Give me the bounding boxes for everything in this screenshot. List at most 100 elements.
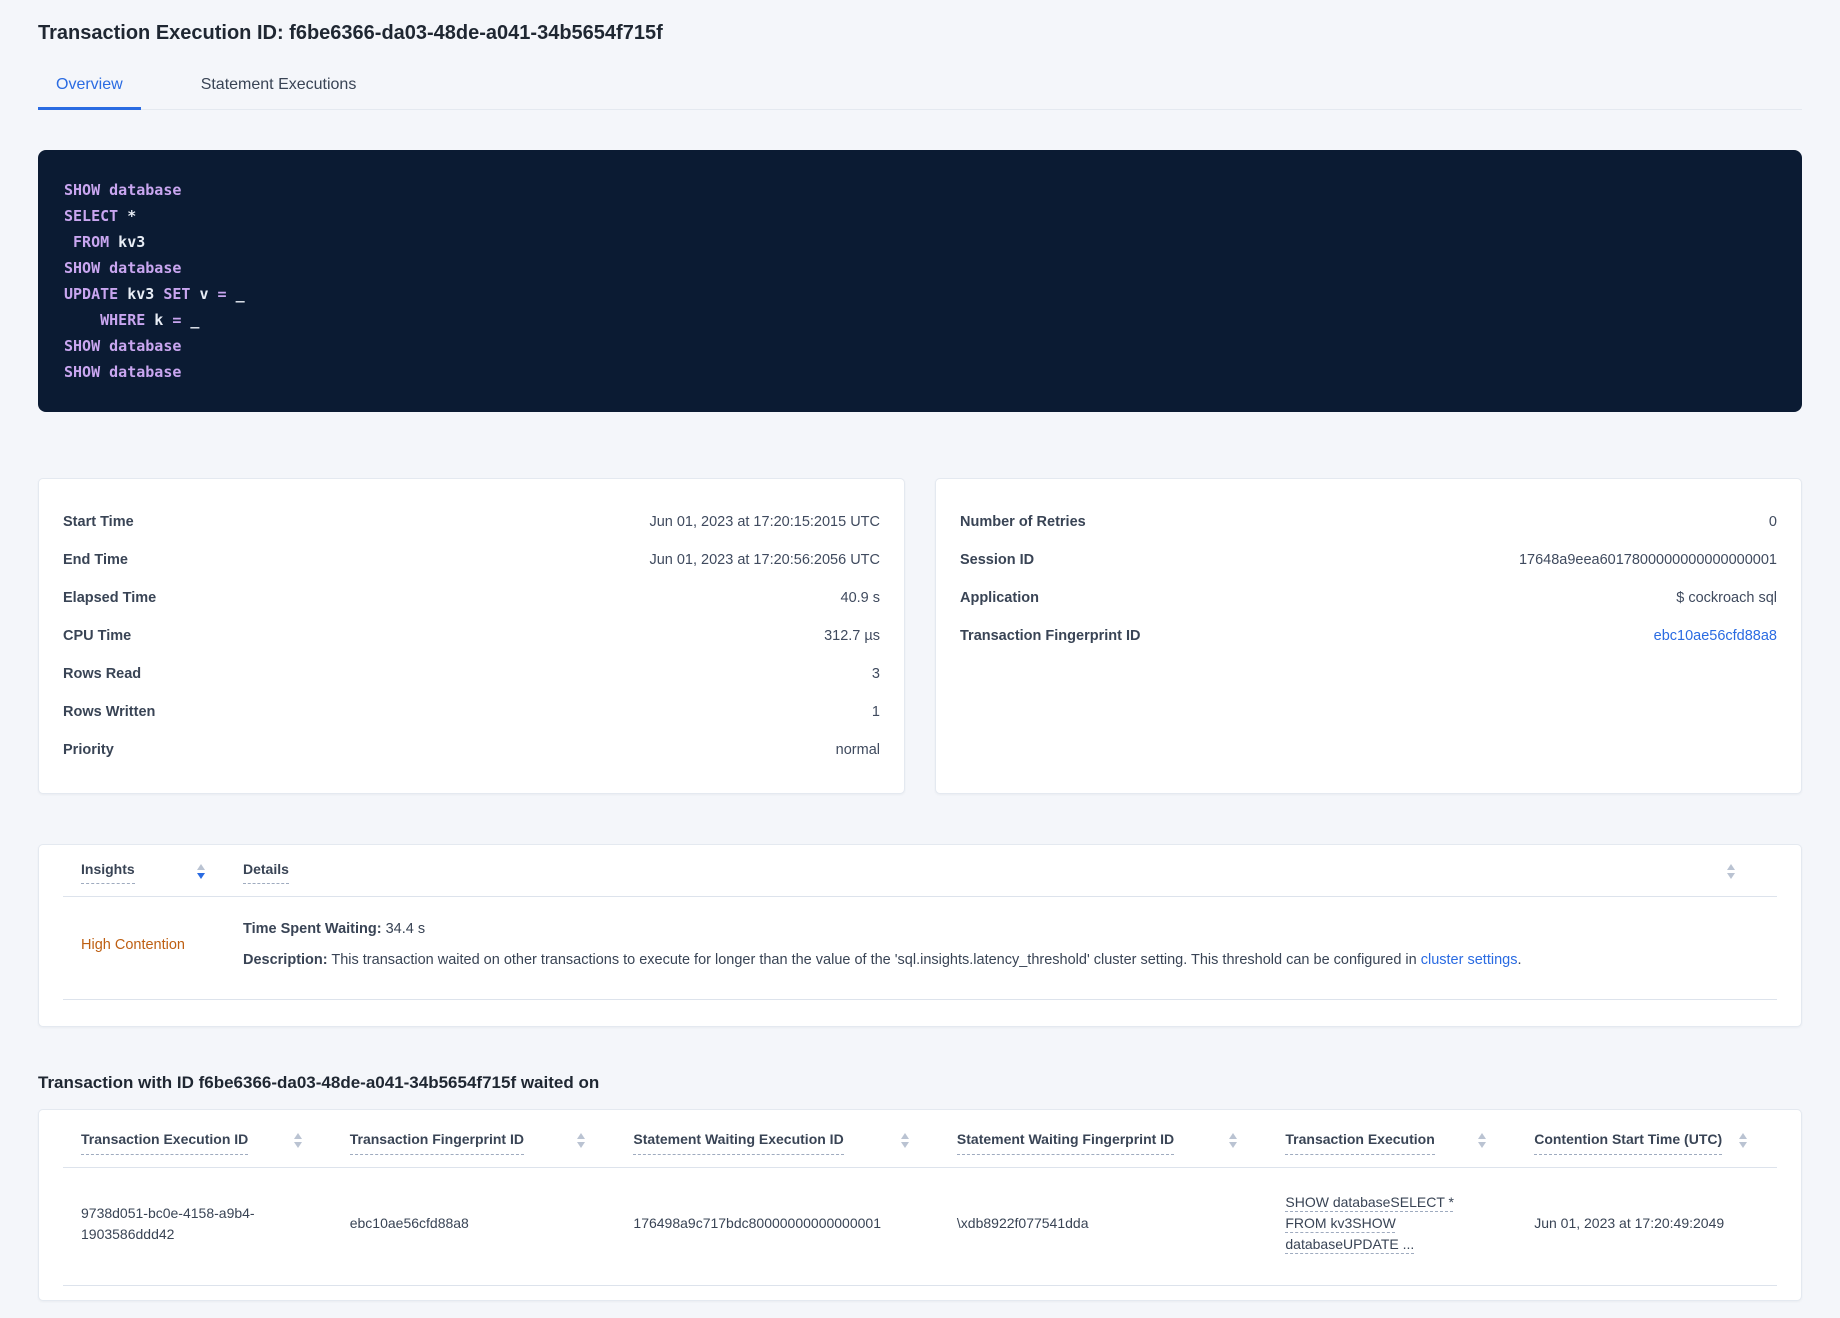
stat-label: Number of Retries xyxy=(960,514,1086,530)
column-label[interactable]: Statement Waiting Execution ID xyxy=(633,1130,844,1156)
sql-text: * xyxy=(118,207,137,225)
cluster-settings-link[interactable]: cluster settings xyxy=(1421,952,1518,968)
cell-transaction-fingerprint-id: ebc10ae56cfd88a8 xyxy=(349,1215,469,1232)
transaction-fingerprint-link[interactable]: ebc10ae56cfd88a8 xyxy=(1654,628,1777,644)
tab-statement-executions[interactable]: Statement Executions xyxy=(183,67,375,110)
column-label[interactable]: Transaction Execution ID xyxy=(81,1130,249,1156)
sort-icon[interactable] xyxy=(1229,1133,1238,1149)
cell-contention-start-time: Jun 01, 2023 at 17:20:49:2049 xyxy=(1534,1215,1725,1232)
sql-keyword: SHOW xyxy=(64,363,101,381)
column-label[interactable]: Statement Waiting Fingerprint ID xyxy=(956,1130,1175,1156)
tab-bar: Overview Statement Executions xyxy=(38,67,1802,110)
sort-down-icon xyxy=(1229,1142,1238,1149)
stat-label: Elapsed Time xyxy=(63,590,157,606)
sort-down-icon xyxy=(293,1142,302,1149)
waited-on-section-title: Transaction with ID f6be6366-da03-48de-a… xyxy=(38,1073,600,1093)
column-header-contention-start-time[interactable]: Contention Start Time (UTC) xyxy=(1516,1130,1777,1156)
stat-row-application: Application $ cockroach sql xyxy=(960,579,1777,617)
sort-up-icon xyxy=(1727,864,1735,870)
sql-statements-box: SHOW database SELECT * FROM kv3 SHOW datab… xyxy=(38,150,1802,412)
insights-column-header[interactable]: Insights xyxy=(63,861,213,884)
stat-label: Transaction Fingerprint ID xyxy=(960,628,1141,644)
session-info-card: Number of Retries 0 Session ID 17648a9ee… xyxy=(935,478,1802,794)
cell-transaction-execution: SHOW databaseSELECT * FROM kv3SHOW datab… xyxy=(1267,1192,1516,1255)
sort-down-icon xyxy=(1738,1142,1747,1149)
stat-value: 40.9 s xyxy=(840,590,881,606)
stat-label: Start Time xyxy=(63,514,134,530)
sort-up-icon xyxy=(197,864,205,870)
sort-icon[interactable] xyxy=(900,1133,909,1149)
sql-code-line: SHOW database xyxy=(64,359,1776,385)
sort-icon[interactable] xyxy=(1727,864,1735,879)
description-line: Description: This transaction waited on … xyxy=(243,950,1777,971)
sort-up-icon xyxy=(1478,1133,1487,1140)
sort-up-icon xyxy=(293,1133,302,1140)
insights-column-label[interactable]: Insights xyxy=(81,861,135,884)
column-label[interactable]: Transaction Fingerprint ID xyxy=(349,1130,524,1156)
stat-value: Jun 01, 2023 at 17:20:15:2015 UTC xyxy=(649,514,880,530)
sort-icon[interactable] xyxy=(197,864,205,879)
column-header-transaction-fingerprint-id[interactable]: Transaction Fingerprint ID xyxy=(332,1130,616,1156)
sort-down-icon xyxy=(577,1142,586,1149)
stat-value: $ cockroach sql xyxy=(1676,590,1777,606)
stat-row-session-id: Session ID 17648a9eea6017800000000000000… xyxy=(960,541,1777,579)
column-header-transaction-execution-id[interactable]: Transaction Execution ID xyxy=(63,1130,332,1156)
sql-keyword: WHERE xyxy=(100,311,146,329)
sql-code-line: SELECT * xyxy=(64,203,1776,229)
stat-label: Rows Written xyxy=(63,704,156,720)
description-suffix: . xyxy=(1517,952,1522,969)
stat-row-elapsed-time: Elapsed Time 40.9 s xyxy=(63,579,880,617)
waited-on-table-row: 9738d051-bc0e-4158-a9b4-1903586ddd42 ebc… xyxy=(63,1168,1777,1287)
details-column-label[interactable]: Details xyxy=(243,861,289,884)
transaction-execution-statements-link[interactable]: SHOW databaseSELECT * FROM kv3SHOW datab… xyxy=(1285,1192,1460,1255)
stat-label: CPU Time xyxy=(63,628,132,644)
cell-transaction-execution-id: 9738d051-bc0e-4158-a9b4-1903586ddd42 xyxy=(81,1204,255,1242)
sql-code-line: UPDATE kv3 SET v = _ xyxy=(64,281,1776,307)
sql-text: k xyxy=(145,311,173,329)
sql-text: _ xyxy=(226,285,245,303)
insights-card: Insights Details High Contention Time Sp… xyxy=(38,844,1802,1028)
sql-text: kv3 xyxy=(118,285,164,303)
sql-keyword: database xyxy=(109,259,182,277)
stat-label: Rows Read xyxy=(63,666,142,682)
insight-type-label: High Contention xyxy=(81,937,185,954)
sql-code-line: FROM kv3 xyxy=(64,229,1776,255)
waiting-value: 34.4 s xyxy=(381,921,426,937)
sql-keyword: database xyxy=(109,363,182,381)
sql-code-line: SHOW database xyxy=(64,177,1776,203)
stat-row-retries: Number of Retries 0 xyxy=(960,503,1777,541)
sort-icon[interactable] xyxy=(1738,1133,1747,1149)
insight-row: High Contention Time Spent Waiting: 34.4… xyxy=(63,897,1777,1001)
insights-table-header: Insights Details xyxy=(63,861,1777,897)
column-header-statement-waiting-execution-id[interactable]: Statement Waiting Execution ID xyxy=(615,1130,939,1156)
sql-keyword: UPDATE xyxy=(64,285,119,303)
details-column-header[interactable]: Details xyxy=(213,861,1777,884)
sql-text: kv3 xyxy=(109,233,146,251)
column-header-statement-waiting-fingerprint-id[interactable]: Statement Waiting Fingerprint ID xyxy=(939,1130,1267,1156)
sort-icon[interactable] xyxy=(293,1133,302,1149)
sort-up-icon xyxy=(1229,1133,1238,1140)
stat-value: 0 xyxy=(1768,514,1777,530)
stat-label: Session ID xyxy=(960,552,1035,568)
column-header-transaction-execution[interactable]: Transaction Execution xyxy=(1267,1130,1516,1156)
stat-value: normal xyxy=(835,742,880,758)
waiting-label: Time Spent Waiting: xyxy=(243,921,382,937)
stat-row-start-time: Start Time Jun 01, 2023 at 17:20:15:2015… xyxy=(63,503,880,541)
sort-icon[interactable] xyxy=(577,1133,586,1149)
sql-keyword: SHOW xyxy=(64,259,101,277)
sort-down-icon xyxy=(1727,873,1735,879)
column-label[interactable]: Transaction Execution xyxy=(1285,1130,1435,1156)
stat-value: 3 xyxy=(871,666,880,682)
column-label[interactable]: Contention Start Time (UTC) xyxy=(1534,1130,1723,1156)
sort-down-icon xyxy=(900,1142,909,1149)
time-spent-waiting-line: Time Spent Waiting: 34.4 s xyxy=(243,919,1777,940)
tab-overview[interactable]: Overview xyxy=(38,67,141,110)
sql-code-line: SHOW database xyxy=(64,255,1776,281)
sort-icon[interactable] xyxy=(1478,1133,1487,1149)
